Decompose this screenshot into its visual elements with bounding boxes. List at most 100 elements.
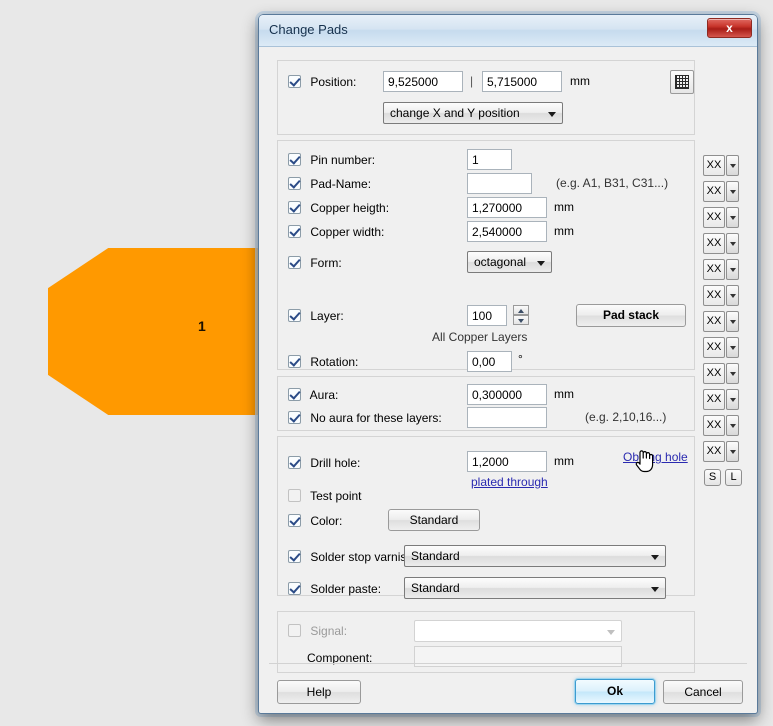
layer-button-9[interactable]: XX — [703, 363, 725, 384]
layer-input[interactable] — [467, 305, 507, 326]
layer-row: Layer: — [288, 306, 344, 326]
pcb-pad-number-label: 1 — [198, 318, 206, 334]
layer-button-2[interactable]: XX — [703, 181, 725, 202]
layer-button-10[interactable]: XX — [703, 389, 725, 410]
mouse-cursor-hand — [635, 450, 654, 473]
rotation-checkbox[interactable] — [288, 355, 301, 368]
chevron-down-icon — [651, 555, 659, 560]
layer-button-1-dropdown[interactable] — [726, 155, 739, 176]
layer-button-9-dropdown[interactable] — [726, 363, 739, 384]
signal-checkbox[interactable] — [288, 624, 301, 637]
chevron-down-icon — [548, 112, 556, 117]
ok-button[interactable]: Ok — [575, 679, 655, 704]
test-point-checkbox[interactable] — [288, 489, 301, 502]
pin-number-input[interactable] — [467, 149, 512, 170]
pin-number-checkbox[interactable] — [288, 153, 301, 166]
layer-button-5[interactable]: XX — [703, 259, 725, 280]
position-row: Position: — [288, 72, 356, 92]
copper-height-input[interactable] — [467, 197, 547, 218]
layer-button-3-dropdown[interactable] — [726, 207, 739, 228]
layer-stepper[interactable] — [513, 305, 529, 326]
help-button[interactable]: Help — [277, 680, 361, 704]
aura-group: Aura: mm No aura for these layers: (e.g.… — [277, 376, 695, 431]
solder-paste-checkbox[interactable] — [288, 582, 301, 595]
layer-button-3[interactable]: XX — [703, 207, 725, 228]
plated-through-link[interactable]: plated through — [471, 475, 548, 489]
cancel-button[interactable]: Cancel — [663, 680, 743, 704]
solder-paste-select[interactable]: Standard — [404, 577, 666, 599]
close-icon[interactable]: x — [707, 18, 752, 38]
aura-checkbox[interactable] — [288, 388, 301, 401]
layer-button-5-dropdown[interactable] — [726, 259, 739, 280]
copper-width-row: Copper width: — [288, 222, 384, 242]
pad-name-checkbox[interactable] — [288, 177, 301, 190]
drill-color-group: Drill hole: mm plated through Oblong hol… — [277, 436, 695, 599]
aura-label: Aura: — [309, 388, 339, 402]
grid-snap-button[interactable] — [670, 70, 694, 94]
layer-button-4[interactable]: XX — [703, 233, 725, 254]
layer-button-l[interactable]: L — [725, 469, 742, 486]
form-value: octagonal — [474, 255, 527, 269]
change-pads-dialog: Change Pads x Position: | mm change X an… — [258, 14, 758, 714]
position-separator: | — [470, 74, 474, 88]
drill-hole-checkbox[interactable] — [288, 456, 301, 469]
no-aura-input[interactable] — [467, 407, 547, 428]
solder-paste-row: Solder paste: — [288, 579, 381, 599]
layer-button-4-dropdown[interactable] — [726, 233, 739, 254]
copper-height-row: Copper heigth: — [288, 198, 389, 218]
layer-button-7[interactable]: XX — [703, 311, 725, 332]
copper-height-checkbox[interactable] — [288, 201, 301, 214]
copper-width-checkbox[interactable] — [288, 225, 301, 238]
layer-button-11[interactable]: XX — [703, 415, 725, 436]
dialog-titlebar[interactable]: Change Pads x — [259, 15, 757, 47]
pad-properties-group: Pin number: Pad-Name: (e.g. A1, B31, C31… — [277, 140, 695, 372]
layer-button-8[interactable]: XX — [703, 337, 725, 358]
layer-button-6[interactable]: XX — [703, 285, 725, 306]
layer-stepper-down[interactable] — [513, 315, 529, 325]
no-aura-row: No aura for these layers: — [288, 408, 442, 428]
form-select[interactable]: octagonal — [467, 251, 552, 273]
copper-width-input[interactable] — [467, 221, 547, 242]
form-checkbox[interactable] — [288, 256, 301, 269]
aura-unit: mm — [554, 387, 574, 401]
pin-number-row: Pin number: — [288, 150, 375, 170]
solder-stop-value: Standard — [411, 549, 460, 563]
layer-stepper-up[interactable] — [513, 305, 529, 315]
solder-paste-label: Solder paste: — [310, 582, 382, 596]
layer-button-12[interactable]: XX — [703, 441, 725, 462]
pad-name-input[interactable] — [467, 173, 532, 194]
position-checkbox[interactable] — [288, 75, 301, 88]
position-y-input[interactable] — [482, 71, 562, 92]
color-checkbox[interactable] — [288, 514, 301, 527]
layer-button-8-dropdown[interactable] — [726, 337, 739, 358]
solder-stop-select[interactable]: Standard — [404, 545, 666, 567]
drill-hole-row: Drill hole: — [288, 453, 360, 473]
test-point-row: Test point — [288, 486, 362, 506]
no-aura-checkbox[interactable] — [288, 411, 301, 424]
rotation-input[interactable] — [467, 351, 512, 372]
color-standard-button[interactable]: Standard — [388, 509, 480, 531]
layer-button-10-dropdown[interactable] — [726, 389, 739, 410]
pin-number-label: Pin number: — [310, 153, 376, 167]
solder-stop-checkbox[interactable] — [288, 550, 301, 563]
footer-divider — [269, 663, 747, 664]
layer-button-1[interactable]: XX — [703, 155, 725, 176]
signal-select[interactable] — [414, 620, 622, 642]
layer-button-12-dropdown[interactable] — [726, 441, 739, 462]
layer-button-s[interactable]: S — [704, 469, 721, 486]
pad-stack-button[interactable]: Pad stack — [576, 304, 686, 327]
solder-stop-label: Solder stop varnish: — [310, 550, 417, 564]
layer-button-6-dropdown[interactable] — [726, 285, 739, 306]
position-x-input[interactable] — [383, 71, 463, 92]
layer-button-2-dropdown[interactable] — [726, 181, 739, 202]
position-mode-select[interactable]: change X and Y position — [383, 102, 563, 124]
aura-input[interactable] — [467, 384, 547, 405]
drill-hole-input[interactable] — [467, 451, 547, 472]
layer-button-7-dropdown[interactable] — [726, 311, 739, 332]
dialog-title: Change Pads — [269, 22, 348, 37]
form-row: Form: — [288, 253, 342, 273]
chevron-down-icon — [651, 587, 659, 592]
dialog-body: Position: | mm change X and Y position P… — [259, 48, 757, 713]
layer-checkbox[interactable] — [288, 309, 301, 322]
layer-button-11-dropdown[interactable] — [726, 415, 739, 436]
